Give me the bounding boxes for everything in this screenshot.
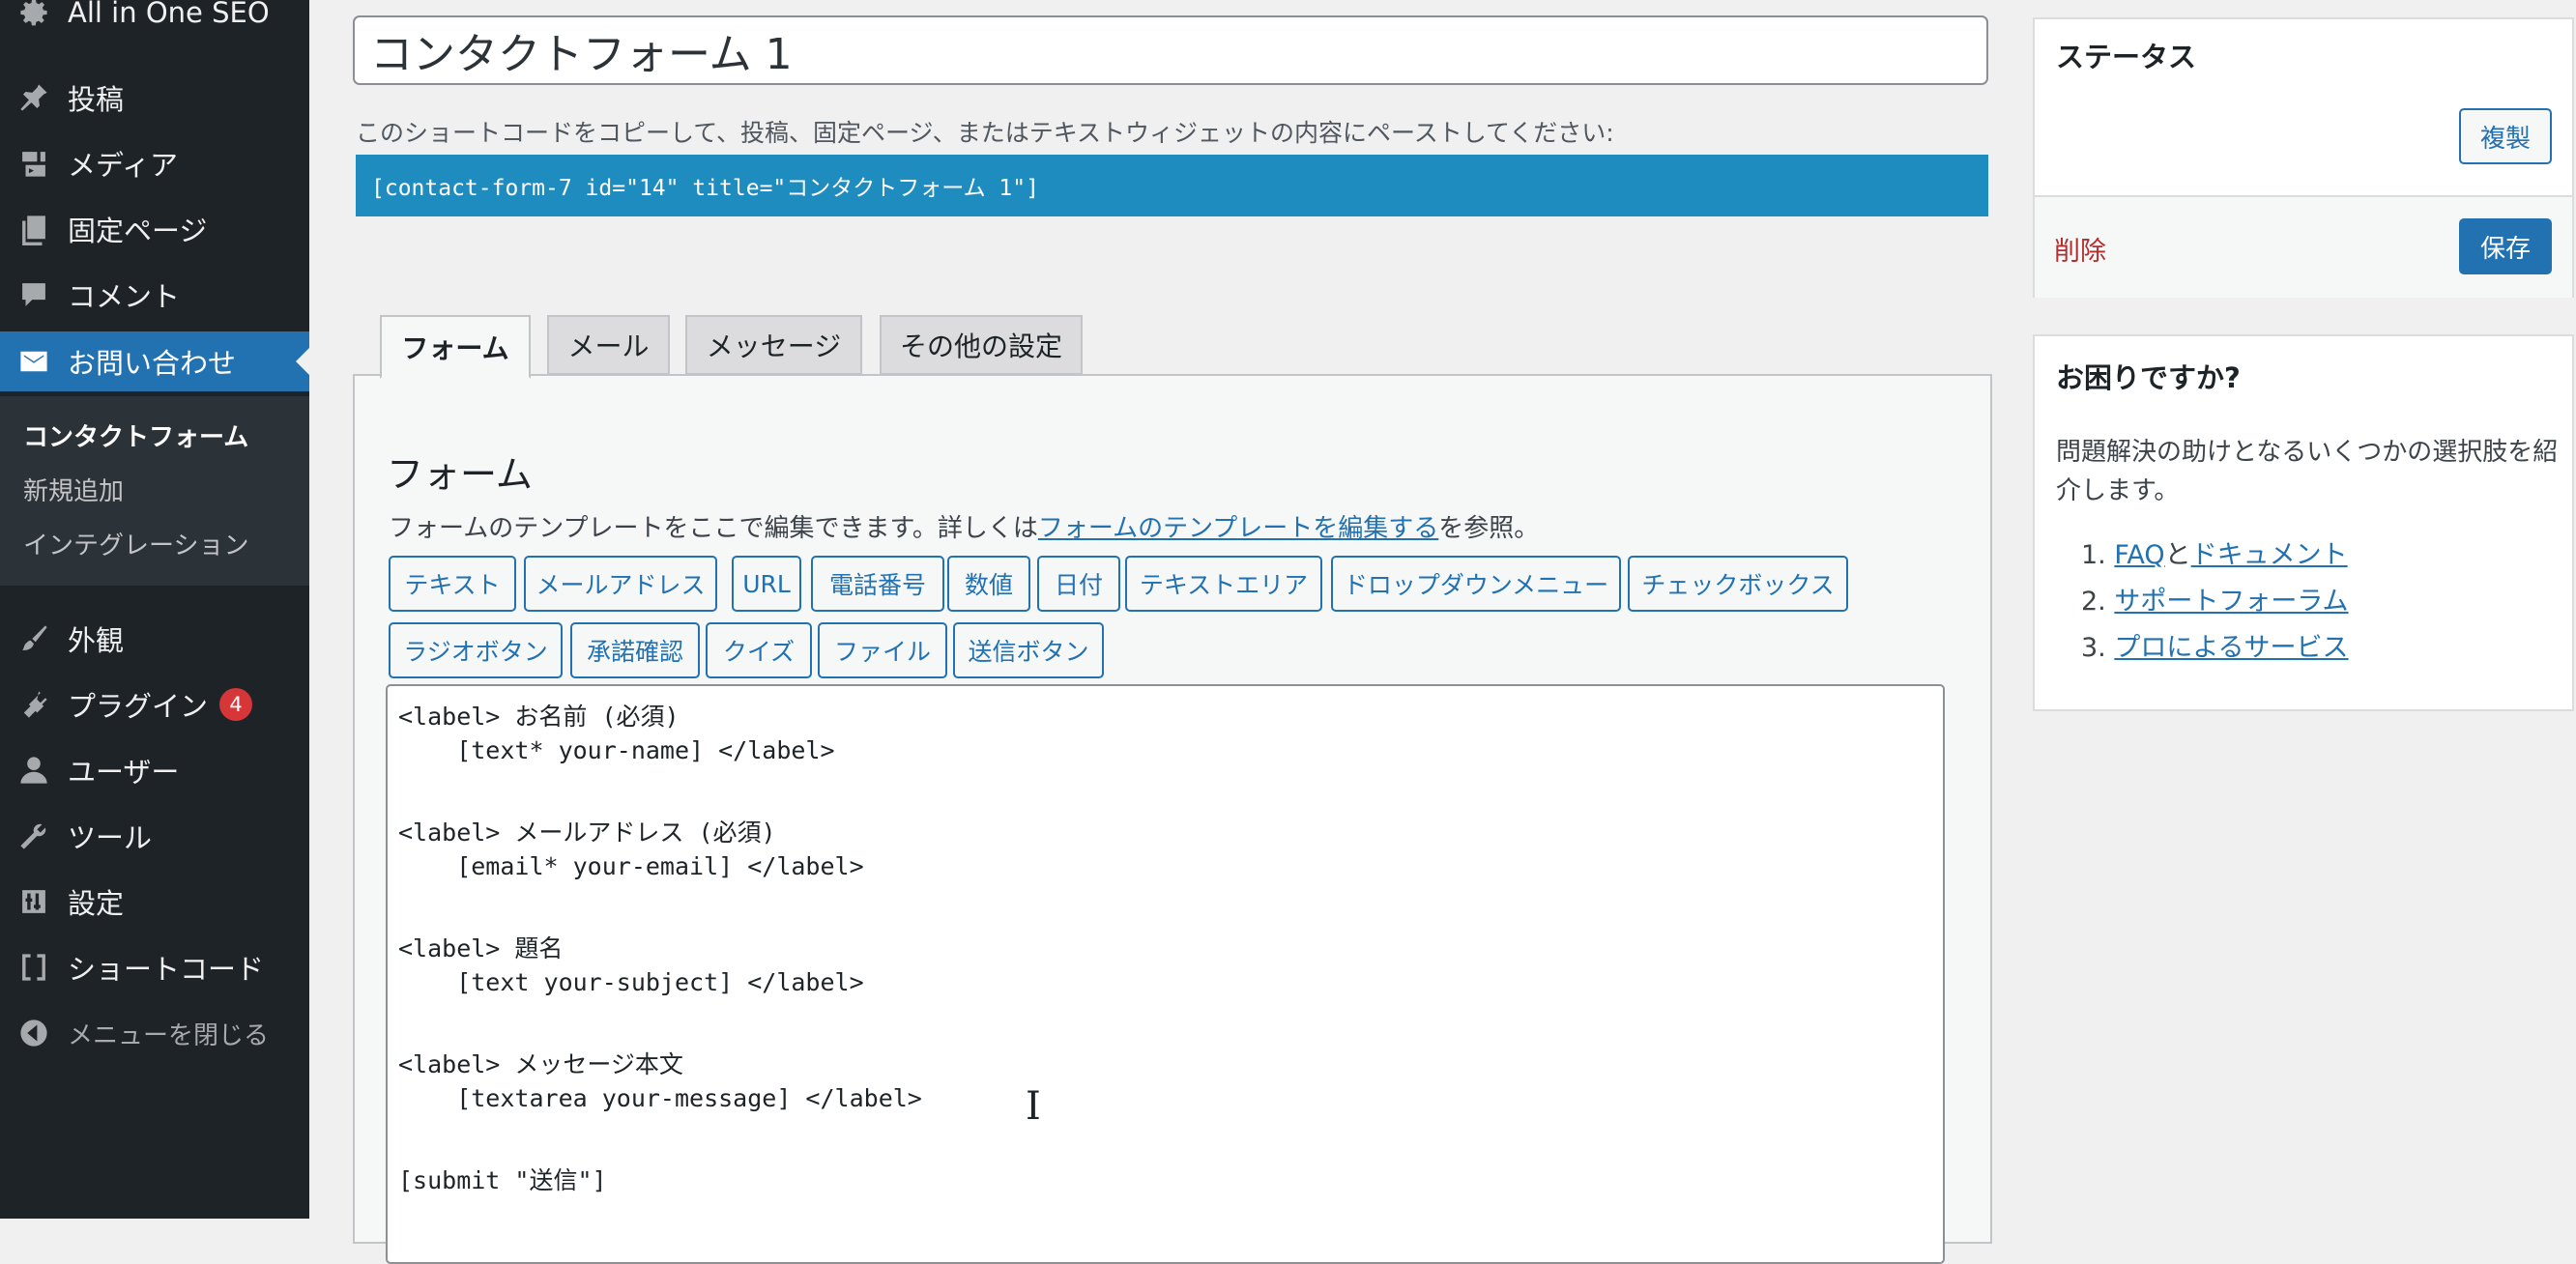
sidebar-item-label: 固定ページ bbox=[68, 215, 208, 247]
help-item-number: 1. bbox=[2081, 540, 2106, 570]
code-line: <label> 題名 bbox=[398, 934, 564, 962]
edit-template-link[interactable]: フォームのテンプレートを編集する bbox=[1038, 514, 1438, 543]
media-icon bbox=[15, 145, 52, 182]
sidebar-item-media[interactable]: メディア bbox=[0, 133, 309, 193]
delete-link[interactable]: 削除 bbox=[2054, 230, 2106, 268]
tab-form[interactable]: フォーム bbox=[380, 315, 531, 379]
sidebar-item-label: コメント bbox=[68, 280, 181, 313]
wrench-icon bbox=[15, 818, 52, 854]
tab-mail[interactable]: メール bbox=[547, 315, 670, 375]
help-item: 3. プロによるサービス bbox=[2081, 626, 2349, 664]
tag-button-tel[interactable]: 電話番号 bbox=[811, 556, 944, 612]
sidebar-item-label: 外観 bbox=[68, 624, 125, 657]
tag-button-number[interactable]: 数値 bbox=[947, 556, 1030, 612]
contact-submenu: コンタクトフォーム 新規追加 インテグレーション bbox=[0, 396, 309, 586]
sidebar-item-posts[interactable]: 投稿 bbox=[0, 68, 309, 128]
submenu-add-new[interactable]: 新規追加 bbox=[23, 472, 124, 507]
sidebar-item-pages[interactable]: 固定ページ bbox=[0, 199, 309, 259]
status-title: ステータス bbox=[2056, 41, 2197, 73]
form-description: フォームのテンプレートをここで編集できます。詳しくはフォームのテンプレートを編集… bbox=[389, 508, 1539, 544]
code-line: [textarea your-message] </label> bbox=[398, 1084, 922, 1112]
brush-icon bbox=[15, 620, 52, 657]
code-line: [email* your-email] </label> bbox=[398, 852, 864, 880]
form-description-text: フォームのテンプレートをここで編集できます。詳しくは bbox=[389, 514, 1038, 543]
form-description-text: を参照。 bbox=[1438, 514, 1540, 543]
tag-button-radio[interactable]: ラジオボタン bbox=[389, 622, 563, 678]
submenu-integration[interactable]: インテグレーション bbox=[23, 526, 248, 561]
settings-icon bbox=[15, 883, 52, 920]
sidebar-item-label: ショートコード bbox=[68, 953, 265, 986]
tag-button-quiz[interactable]: クイズ bbox=[706, 622, 812, 678]
sidebar-item-label: ツール bbox=[68, 821, 153, 854]
sidebar-item-label: プラグイン bbox=[68, 690, 209, 723]
help-item: 1. FAQとドキュメント bbox=[2081, 533, 2348, 571]
tag-button-textarea[interactable]: テキストエリア bbox=[1125, 556, 1322, 612]
help-item: 2. サポートフォーラム bbox=[2081, 580, 2349, 618]
comment-icon bbox=[15, 276, 52, 313]
tag-button-dropdown[interactable]: ドロップダウンメニュー bbox=[1331, 556, 1621, 612]
sidebar-item-aioseo[interactable]: All in One SEO bbox=[0, 0, 309, 43]
support-forum-link[interactable]: サポートフォーラム bbox=[2114, 587, 2348, 617]
tag-button-email[interactable]: メールアドレス bbox=[524, 556, 717, 612]
code-line: [submit "送信"] bbox=[398, 1166, 607, 1194]
collapse-menu-label: メニューを閉じる bbox=[68, 1020, 270, 1050]
code-line: <label> お名前 (必須) bbox=[398, 703, 680, 731]
form-section-heading: フォーム bbox=[387, 453, 533, 496]
help-item-number: 2. bbox=[2081, 587, 2106, 617]
form-title-input[interactable]: コンタクトフォーム 1 bbox=[353, 15, 1988, 85]
code-line: <label> メールアドレス (必須) bbox=[398, 819, 776, 847]
sidebar-item-label: メディア bbox=[68, 149, 178, 182]
pin-icon bbox=[15, 79, 52, 116]
tab-additional-settings[interactable]: その他の設定 bbox=[880, 315, 1083, 375]
tag-button-text[interactable]: テキスト bbox=[389, 556, 516, 612]
tag-button-acceptance[interactable]: 承諾確認 bbox=[570, 622, 700, 678]
help-title: お困りですか? bbox=[2056, 361, 2241, 394]
help-item-number: 3. bbox=[2081, 633, 2106, 663]
docs-link[interactable]: ドキュメント bbox=[2191, 540, 2348, 570]
sidebar-item-contact[interactable]: お問い合わせ bbox=[0, 331, 309, 391]
collapse-menu-button[interactable]: メニューを閉じる bbox=[0, 1003, 309, 1063]
sidebar-item-label: 設定 bbox=[68, 887, 125, 920]
code-line: [text your-subject] </label> bbox=[398, 968, 864, 996]
sidebar-item-label: 投稿 bbox=[68, 83, 125, 116]
sidebar-item-comments[interactable]: コメント bbox=[0, 265, 309, 325]
code-line: [text* your-name] </label> bbox=[398, 736, 835, 764]
sidebar-item-shortcodes[interactable]: ショートコード bbox=[0, 937, 309, 997]
help-description: 問題解決の助けとなるいくつかの選択肢を紹介します。 bbox=[2056, 438, 2559, 505]
tag-button-date[interactable]: 日付 bbox=[1037, 556, 1120, 612]
plugin-icon bbox=[15, 686, 52, 723]
tag-button-submit[interactable]: 送信ボタン bbox=[953, 622, 1104, 678]
sidebar-item-label: ユーザー bbox=[68, 756, 180, 789]
sidebar-item-label: お問い合わせ bbox=[68, 347, 237, 380]
code-line: <label> メッセージ本文 bbox=[398, 1050, 683, 1078]
sidebar-item-users[interactable]: ユーザー bbox=[0, 740, 309, 800]
admin-sidebar: All in One SEO 投稿 メディア 固定ページ コメント お問い合わせ… bbox=[0, 0, 309, 1219]
mail-icon bbox=[15, 343, 52, 380]
faq-link[interactable]: FAQ bbox=[2114, 540, 2164, 570]
shortcode-text[interactable]: [contact-form-7 id="14" title="コンタクトフォーム… bbox=[356, 155, 1988, 216]
brackets-icon bbox=[15, 949, 52, 986]
pages-icon bbox=[15, 211, 52, 247]
collapse-arrow-icon bbox=[15, 1015, 52, 1051]
save-button[interactable]: 保存 bbox=[2459, 218, 2552, 274]
submenu-contact-forms[interactable]: コンタクトフォーム bbox=[23, 417, 248, 453]
user-icon bbox=[15, 752, 52, 789]
sidebar-item-settings[interactable]: 設定 bbox=[0, 872, 309, 932]
tag-button-url[interactable]: URL bbox=[732, 556, 801, 612]
gear-icon bbox=[15, 0, 52, 31]
sidebar-item-label: All in One SEO bbox=[68, 0, 270, 29]
sidebar-item-appearance[interactable]: 外観 bbox=[0, 609, 309, 669]
help-item-text: と bbox=[2164, 540, 2191, 570]
pro-services-link[interactable]: プロによるサービス bbox=[2114, 633, 2348, 663]
shortcode-hint: このショートコードをコピーして、投稿、固定ページ、またはテキストウィジェットの内… bbox=[356, 119, 1614, 147]
tag-button-file[interactable]: ファイル bbox=[818, 622, 947, 678]
tab-messages[interactable]: メッセージ bbox=[685, 315, 862, 375]
sidebar-item-tools[interactable]: ツール bbox=[0, 806, 309, 866]
sidebar-item-plugins[interactable]: プラグイン 4 bbox=[0, 675, 309, 734]
plugin-update-badge: 4 bbox=[219, 688, 253, 721]
text-cursor-icon: I bbox=[1026, 1084, 1041, 1129]
tag-button-checkbox[interactable]: チェックボックス bbox=[1628, 556, 1848, 612]
duplicate-button[interactable]: 複製 bbox=[2459, 108, 2552, 164]
